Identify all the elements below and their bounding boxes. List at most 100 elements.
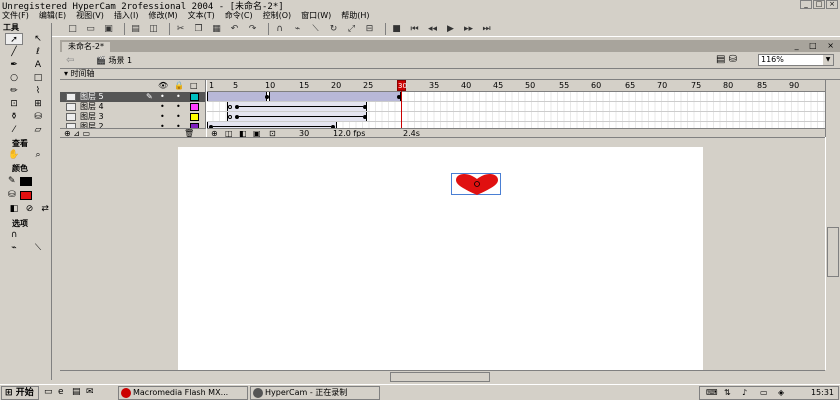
straighten-option-icon[interactable]: ⟍ [29,242,47,254]
keyframe[interactable] [363,105,367,109]
menu-insert[interactable]: 插入(I) [114,10,139,21]
keyboard-icon[interactable]: ⌨ [706,387,718,399]
oval-tool-icon[interactable]: ○ [5,72,23,84]
redo-icon[interactable]: ↷ [246,23,259,35]
taskbar-task-flash[interactable]: Macromedia Flash MX... [118,386,248,400]
print-preview-icon[interactable]: ◫ [147,23,160,35]
layer-row[interactable]: 图层 4 • • [60,102,205,112]
lock-icon[interactable]: 🔒 [174,81,184,90]
frame-row[interactable] [207,112,825,122]
frame-row[interactable] [207,92,825,102]
layer-outline-color[interactable] [190,103,199,111]
align-icon[interactable]: ⊟ [363,23,376,35]
menu-modify[interactable]: 修改(M) [148,10,177,21]
scene-label[interactable]: 🎬 场景 1 [96,55,132,66]
edit-symbols-icon[interactable]: ▤ ⛁ [716,54,737,65]
taskbar-task-hypercam[interactable]: HyperCam - 正在录制 [250,386,380,400]
pencil-tool-icon[interactable]: ✏ [5,85,23,97]
text-tool-icon[interactable]: A [29,59,47,71]
rewind-icon[interactable]: ⏮ [408,23,421,35]
rotate-icon[interactable]: ↻ [327,23,340,35]
minimize-button[interactable]: _ [800,0,812,9]
eraser-tool-icon[interactable]: ▱ [29,124,47,136]
stage[interactable] [178,147,703,371]
open-folder-icon[interactable]: ▭ [84,23,97,35]
security-icon[interactable]: ◈ [778,387,784,399]
fill-color-swatch[interactable] [19,190,32,200]
menu-window[interactable]: 窗口(W) [301,10,331,21]
layer-outline-color[interactable] [190,113,199,121]
monitor-icon[interactable]: ▭ [760,387,768,399]
menu-edit[interactable]: 编辑(E) [39,10,66,21]
no-color-icon[interactable]: ⊘ [24,203,36,215]
new-file-icon[interactable]: □ [66,23,79,35]
step-back-icon[interactable]: ◂◂ [426,23,439,35]
scroll-thumb[interactable] [827,227,839,277]
menu-commands[interactable]: 命令(C) [225,10,253,21]
lasso-tool-icon[interactable]: ℓ [29,46,47,58]
straighten-icon[interactable]: ⟍ [309,23,322,35]
menu-control[interactable]: 控制(O) [263,10,292,21]
print-icon[interactable]: ▤ [129,23,142,35]
frame-ruler[interactable]: 1 5 10 15 20 25 35 40 45 50 55 60 65 70 … [207,80,825,92]
subselect-tool-icon[interactable]: ↖ [29,33,47,45]
eye-icon[interactable]: 👁 [158,81,168,90]
ie-icon[interactable]: e [58,387,64,397]
frame-span[interactable] [269,92,401,101]
network-icon[interactable]: ⇅ [724,387,731,399]
volume-icon[interactable]: ♪ [742,387,747,399]
brush-tool-icon[interactable]: ⌇ [29,85,47,97]
timeline-scrollbar[interactable] [825,80,840,138]
layer-outline-color[interactable] [190,93,199,101]
heart-shape[interactable] [454,174,500,196]
hand-tool-icon[interactable]: ✋ [5,149,23,161]
save-icon[interactable]: ▣ [102,23,115,35]
magnet-icon[interactable]: ∩ [273,23,286,35]
document-window-controls[interactable]: _ □ × [795,41,838,50]
menu-file[interactable]: 文件(F) [2,10,29,21]
timeline-header[interactable]: ▾ 时间轴 [60,69,840,79]
pen-tool-icon[interactable]: ✒ [5,59,23,71]
menu-help[interactable]: 帮助(H) [341,10,369,21]
line-tool-icon[interactable]: ╱ [5,46,23,58]
paint-bucket-tool-icon[interactable]: ⛁ [29,111,47,123]
close-button[interactable]: × [826,0,838,9]
back-arrow-icon[interactable]: ⇦ [66,55,74,66]
outlook-icon[interactable]: ✉ [86,387,94,397]
menu-text[interactable]: 文本(T) [188,10,215,21]
outline-icon[interactable]: □ [190,81,198,90]
start-button[interactable]: ⊞ 开始 [1,386,39,400]
paste-icon[interactable]: ▦ [210,23,223,35]
go-to-end-icon[interactable]: ⏭ [480,23,493,35]
ink-bottle-tool-icon[interactable]: ⚱ [5,111,23,123]
frame-row[interactable] [207,102,825,112]
keyframe[interactable] [363,115,367,119]
layer-row[interactable]: 图层 5 ✎ • • [60,92,205,102]
stop-icon[interactable]: ■ [390,23,403,35]
scale-icon[interactable]: ⤢ [345,23,358,35]
cut-icon[interactable]: ✂ [174,23,187,35]
explorer-icon[interactable]: ▤ [72,387,81,397]
arrow-tool-icon[interactable]: ➚ [5,33,23,45]
play-icon[interactable]: ▶ [444,23,457,35]
fill-transform-tool-icon[interactable]: ⊞ [29,98,47,110]
swap-colors-icon[interactable]: ⇄ [39,203,51,215]
stage-vertical-scrollbar[interactable] [825,137,840,370]
copy-icon[interactable]: ❐ [192,23,205,35]
stage-horizontal-scrollbar[interactable] [60,370,825,383]
heart-shape-selection[interactable] [451,173,501,195]
default-colors-icon[interactable]: ◧ [8,203,20,215]
layer-row[interactable]: 图层 3 • • [60,112,205,122]
scroll-thumb[interactable] [390,372,490,382]
maximize-button[interactable]: □ [813,0,825,9]
smooth-option-icon[interactable]: ⌁ [5,242,23,254]
desktop-icon[interactable]: ▭ [44,387,53,397]
eyedropper-tool-icon[interactable]: ⁄ [5,124,23,136]
keyframe[interactable] [228,105,232,109]
keyframe[interactable] [228,115,232,119]
menu-view[interactable]: 视图(V) [76,10,104,21]
frame-span[interactable] [207,92,267,101]
undo-icon[interactable]: ↶ [228,23,241,35]
free-transform-tool-icon[interactable]: ⊡ [5,98,23,110]
step-forward-icon[interactable]: ▸▸ [462,23,475,35]
